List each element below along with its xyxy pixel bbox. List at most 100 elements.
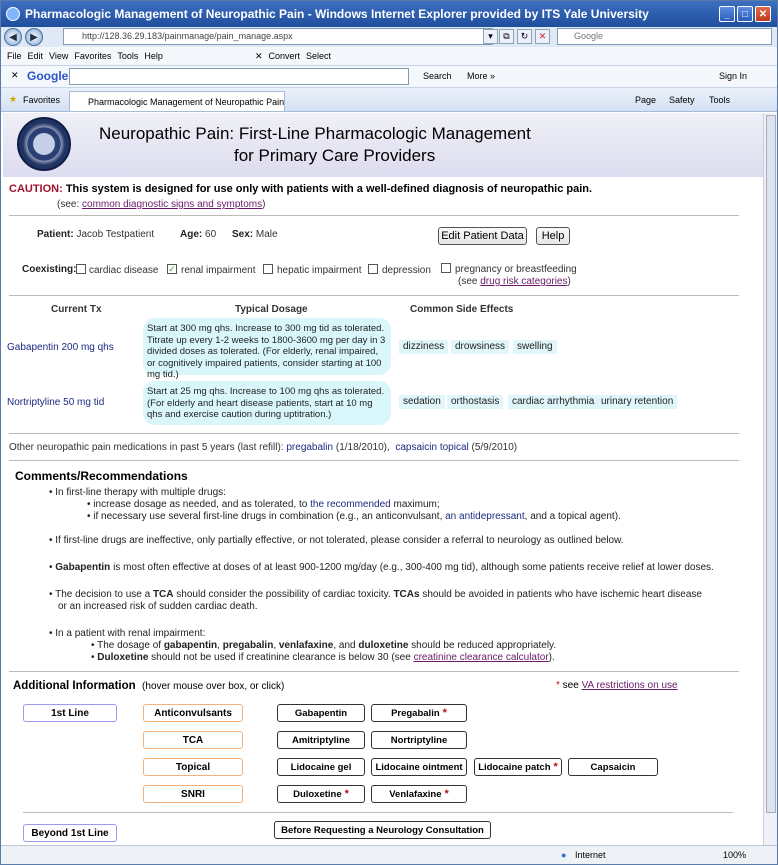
safety-menu[interactable]: Safety — [669, 95, 695, 105]
creatinine-calculator-link[interactable]: creatinine clearance calculator — [414, 652, 549, 663]
menu-file[interactable]: File — [7, 51, 22, 61]
menu-tools[interactable]: Tools — [117, 51, 138, 61]
menu-favorites[interactable]: Favorites — [74, 51, 111, 61]
close-toolbar-icon[interactable]: ✕ — [255, 51, 263, 62]
neurology-consult-button[interactable]: Before Requesting a Neurology Consultati… — [274, 821, 491, 839]
select-button[interactable]: Select — [306, 51, 331, 61]
vertical-scrollbar[interactable] — [763, 113, 777, 845]
back-icon[interactable]: ◀ — [4, 28, 22, 46]
google-logo: Google — [27, 69, 69, 83]
class-snri[interactable]: SNRI — [143, 785, 243, 803]
star-icon: ★ — [9, 94, 18, 104]
tab-current[interactable]: Pharmacologic Management of Neuropathic … — [69, 91, 285, 111]
sign-in-link[interactable]: Sign In — [719, 71, 747, 81]
col-side-effects: Common Side Effects — [410, 304, 514, 315]
comment-bold: venlafaxine — [278, 640, 334, 651]
drug-label: Duloxetine — [293, 788, 342, 800]
close-icon[interactable]: ✕ — [755, 6, 771, 22]
drug-label: Lidocaine patch — [478, 761, 551, 773]
search-button[interactable]: Search — [423, 71, 452, 81]
age-label: Age: — [180, 229, 203, 240]
drug-pregabalin[interactable]: Pregabalin * — [371, 704, 467, 722]
drug-amitriptyline[interactable]: Amitriptyline — [277, 731, 365, 749]
more-button[interactable]: More » — [467, 71, 495, 81]
comment-text: is most often effective at doses of at l… — [110, 562, 714, 573]
dropdown-icon[interactable]: ▾ — [483, 29, 498, 44]
close-toolbar-icon[interactable]: ✕ — [11, 70, 19, 81]
coexisting-label: Coexisting: — [22, 264, 76, 275]
pregnancy-checkbox[interactable] — [441, 263, 451, 273]
tools-menu[interactable]: Tools — [709, 95, 730, 105]
divider — [23, 812, 733, 813]
cardiac-checkbox[interactable] — [76, 264, 86, 274]
renal-label: renal impairment — [181, 265, 256, 276]
see-signs: (see: common diagnostic signs and sympto… — [57, 199, 265, 210]
url-field[interactable]: http://128.36.29.183/painmanage/pain_man… — [63, 28, 493, 45]
compat-icon[interactable]: ⧉ — [499, 29, 514, 44]
google-toolbar: ✕ Google Search More » Sign In — [1, 66, 777, 88]
cardiac-label: cardiac disease — [89, 265, 159, 276]
other-date: (1/18/2010), — [335, 442, 390, 453]
zone-label: Internet — [575, 850, 606, 860]
drug-nortriptyline[interactable]: Nortriptyline — [371, 731, 467, 749]
va-restrictions-note: * see VA restrictions on use — [556, 680, 678, 691]
beyond-first-line-button[interactable]: Beyond 1st Line — [23, 824, 117, 842]
refresh-icon[interactable]: ↻ — [517, 29, 532, 44]
drug-gabapentin[interactable]: Gabapentin — [277, 704, 365, 722]
comment-1: • In first-line therapy with multiple dr… — [49, 487, 226, 498]
zoom-level[interactable]: 100% — [723, 850, 746, 860]
google-search-input[interactable] — [69, 68, 409, 85]
menu-view[interactable]: View — [49, 51, 68, 61]
additional-info-title: Additional Information — [13, 680, 136, 692]
other-med-capsaicin[interactable]: capsaicin topical — [395, 442, 468, 453]
comment-text: if necessary use several first-line drug… — [93, 511, 446, 522]
class-tca[interactable]: TCA — [143, 731, 243, 749]
maximize-icon[interactable]: □ — [737, 6, 753, 22]
med-gabapentin[interactable]: Gabapentin 200 mg qhs — [7, 342, 114, 353]
comment-3: • Gabapentin is most often effective at … — [49, 562, 714, 573]
forward-icon[interactable]: ▶ — [25, 28, 43, 46]
drug-duloxetine[interactable]: Duloxetine * — [277, 785, 365, 803]
drug-lidocaine-gel[interactable]: Lidocaine gel — [277, 758, 365, 776]
page-menu[interactable]: Page — [635, 95, 656, 105]
first-line-button[interactable]: 1st Line — [23, 704, 117, 722]
comment-bold: pregabalin — [222, 640, 274, 651]
comment-bold: TCAs — [393, 589, 420, 600]
depression-label: depression — [382, 265, 431, 276]
renal-checkbox[interactable]: ✓ — [167, 264, 177, 274]
restriction-star: * — [444, 788, 449, 800]
signs-link[interactable]: common diagnostic signs and symptoms — [82, 199, 262, 210]
edit-patient-button[interactable]: Edit Patient Data — [438, 227, 527, 245]
comment-2: • If first-line drugs are ineffective, o… — [49, 535, 624, 546]
caution-label: CAUTION: — [9, 183, 63, 195]
scrollbar-thumb[interactable] — [766, 115, 776, 813]
divider — [9, 433, 739, 434]
comments-title: Comments/Recommendations — [15, 469, 188, 483]
comment-text: should not be used if creatinine clearan… — [148, 652, 414, 663]
drug-lidocaine-patch[interactable]: Lidocaine patch * — [474, 758, 562, 776]
sex-info: Sex: Male — [232, 229, 278, 240]
class-anticonvulsants[interactable]: Anticonvulsants — [143, 704, 243, 722]
drug-risk-link[interactable]: drug risk categories — [480, 276, 567, 287]
patient-label: Patient: Jacob Testpatient — [37, 229, 154, 240]
divider — [9, 671, 739, 672]
other-med-pregabalin[interactable]: pregabalin — [286, 442, 333, 453]
convert-button[interactable]: Convert — [268, 51, 300, 61]
favorites-button[interactable]: Favorites — [23, 95, 60, 105]
minimize-icon[interactable]: _ — [719, 6, 735, 22]
hepatic-checkbox[interactable] — [263, 264, 273, 274]
drug-lidocaine-ointment[interactable]: Lidocaine ointment — [371, 758, 467, 776]
med-nortriptyline[interactable]: Nortriptyline 50 mg tid — [7, 397, 104, 408]
va-restrictions-link[interactable]: VA restrictions on use — [582, 680, 678, 691]
help-button[interactable]: Help — [536, 227, 570, 245]
menu-edit[interactable]: Edit — [28, 51, 44, 61]
depression-checkbox[interactable] — [368, 264, 378, 274]
drug-venlafaxine[interactable]: Venlafaxine * — [371, 785, 467, 803]
drug-label: Capsaicin — [590, 761, 636, 773]
side-effect: swelling — [513, 340, 557, 354]
class-topical[interactable]: Topical — [143, 758, 243, 776]
menu-help[interactable]: Help — [144, 51, 163, 61]
drug-capsaicin[interactable]: Capsaicin — [568, 758, 658, 776]
stop-icon[interactable]: ✕ — [535, 29, 550, 44]
search-input[interactable]: Google — [557, 28, 772, 45]
